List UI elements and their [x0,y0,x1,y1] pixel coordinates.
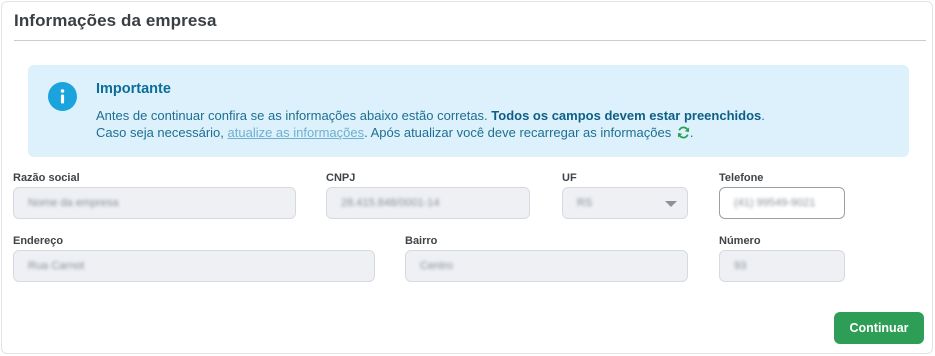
alert-title: Importante [96,81,171,97]
razao-social-label: Razão social [13,172,80,184]
telefone-field[interactable]: (41) 99549-9021 [719,187,845,219]
alert-message-line-2: Caso seja necessário, atualize as inform… [96,125,693,142]
alert-text-mid: . Após atualizar você deve recarregar as… [364,125,675,140]
razao-social-field[interactable]: Nome da empresa [13,187,296,219]
endereco-value: Rua Carnot [28,260,85,272]
bairro-field[interactable]: Centro [405,250,688,282]
numero-field[interactable]: 93 [719,250,845,282]
update-info-link[interactable]: atualize as informações [228,125,365,140]
company-info-card: Informações da empresa [1,1,933,354]
alert-text-start: Caso seja necessário, [96,125,228,140]
endereco-field[interactable]: Rua Carnot [13,250,375,282]
page-title: Informações da empresa [14,11,217,30]
razao-social-value: Nome da empresa [28,197,119,209]
telefone-label: Telefone [719,172,764,184]
endereco-label: Endereço [13,235,64,247]
numero-value: 93 [734,260,747,272]
refresh-icon[interactable] [677,126,690,142]
alert-bold-text: Todos os campos devem estar preenchidos [491,108,762,123]
alert-message-line-1: Antes de continuar confira se as informa… [96,108,765,123]
continue-button[interactable]: Continuar [834,312,924,344]
bairro-value: Centro [420,260,454,272]
numero-label: Número [719,235,761,247]
cnpj-label: CNPJ [326,172,356,184]
uf-label: UF [562,172,577,184]
alert-text-end: . [761,108,765,123]
info-icon [48,82,77,111]
cnpj-field[interactable]: 28.415.848/0001-14 [326,187,530,219]
uf-value: RS [577,197,593,209]
bairro-label: Bairro [405,235,438,247]
important-alert: Importante Antes de continuar confira se… [28,65,909,157]
cnpj-value: 28.415.848/0001-14 [341,197,440,209]
telefone-value: (41) 99549-9021 [734,197,816,209]
chevron-down-icon [665,201,677,207]
uf-select[interactable]: RS [562,187,688,219]
alert-text: Antes de continuar confira se as informa… [96,108,492,123]
title-divider [14,40,926,41]
alert-text-final: . [689,125,694,140]
